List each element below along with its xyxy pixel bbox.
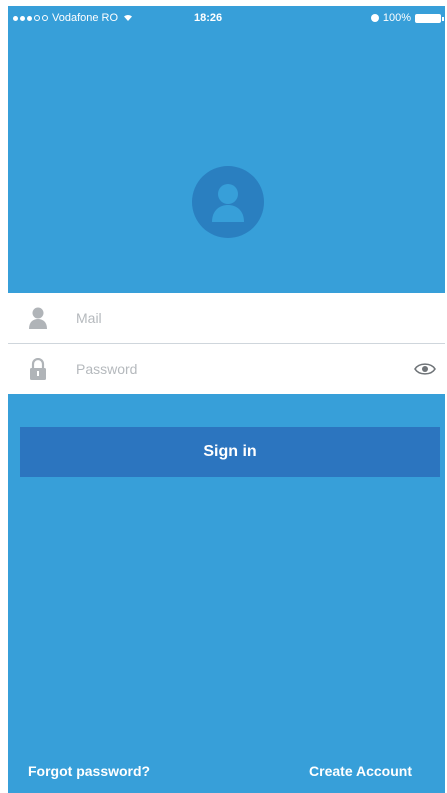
carrier-name: Vodafone RO: [52, 12, 119, 24]
login-screen: Vodafone RO 18:26 100% Mail Sign in Forg…: [8, 6, 445, 793]
orientation-lock-icon: [370, 14, 379, 22]
avatar: [192, 166, 264, 238]
user-icon: [8, 307, 68, 329]
login-form: [8, 293, 445, 394]
status-left: Vodafone RO: [13, 12, 134, 24]
status-bar: Vodafone RO 18:26 100%: [8, 6, 445, 30]
user-icon: [212, 184, 244, 222]
lock-icon: [8, 358, 68, 380]
status-time: 18:26: [194, 12, 223, 24]
wifi-icon: [122, 12, 134, 24]
mail-field: [8, 293, 445, 343]
password-field: [8, 343, 445, 394]
battery-icon: [415, 13, 444, 23]
signal-strength-icon: [13, 15, 48, 21]
battery-percent: 100%: [382, 12, 411, 24]
create-account-link[interactable]: Create Account: [309, 763, 412, 779]
mail-input[interactable]: [68, 298, 445, 338]
forgot-password-link[interactable]: Forgot password?: [28, 763, 150, 779]
eye-icon[interactable]: [405, 362, 445, 376]
status-right: 100%: [370, 12, 444, 24]
sign-in-button[interactable]: Sign in: [20, 427, 440, 477]
password-input[interactable]: [68, 349, 405, 389]
